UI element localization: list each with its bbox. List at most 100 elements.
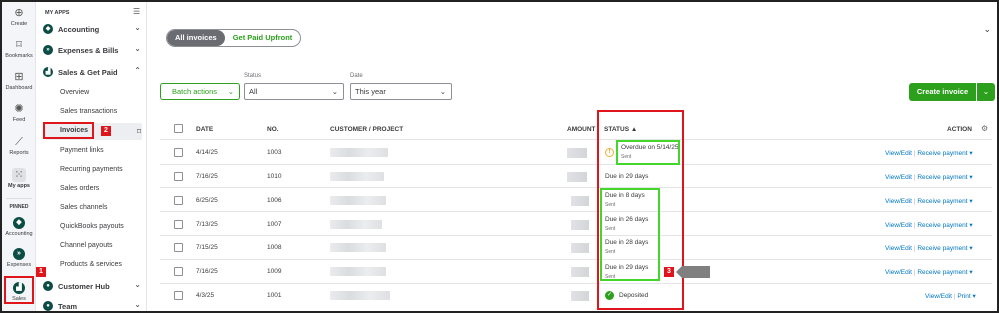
row-actions: View/Edit | Receive payment ▾ (885, 150, 973, 157)
row-checkbox[interactable] (174, 243, 183, 252)
rail-divider (6, 198, 32, 199)
chevron-down-icon[interactable]: ▾ (969, 269, 972, 276)
chevron-down-icon[interactable]: ▾ (969, 198, 972, 205)
expenses-icon: » (13, 248, 25, 260)
rail-pinned-accounting-label: Accounting (5, 231, 33, 237)
create-invoice-dropdown[interactable]: ⌄ (977, 83, 995, 101)
bookmark-icon[interactable]: ⌑ (137, 127, 141, 136)
chevron-up-icon: ⌃ (134, 66, 141, 75)
receive-payment-link[interactable]: Receive payment (917, 222, 967, 229)
redacted-amount (567, 172, 587, 182)
rail-pinned-expenses[interactable]: » Expenses (2, 248, 36, 268)
gear-icon[interactable]: ⚙ (981, 124, 988, 133)
row-checkbox[interactable] (174, 148, 183, 157)
rail-reports[interactable]: ⟋ Reports (2, 135, 36, 156)
receive-payment-link[interactable]: Receive payment (917, 269, 967, 276)
chevron-down-icon[interactable]: ▾ (969, 150, 972, 157)
row-checkbox[interactable] (174, 220, 183, 229)
row-number: 1003 (267, 149, 282, 156)
rail-bookmarks[interactable]: ⌑ Bookmarks (2, 38, 36, 59)
chevron-down-icon: ⌄ (134, 280, 141, 289)
chevron-down-icon[interactable]: ▾ (969, 174, 972, 181)
rail-dashboard[interactable]: ⊞ Dashboard (2, 70, 36, 91)
date-filter-value: This year (355, 87, 386, 96)
col-amount-header[interactable]: AMOUNT (567, 126, 596, 133)
row-date: 4/14/25 (196, 149, 218, 156)
col-no-header[interactable]: NO. (267, 126, 279, 133)
team-icon: ● (43, 301, 53, 311)
receive-payment-link[interactable]: Receive payment (917, 245, 967, 252)
redacted-customer (330, 291, 390, 300)
menu-item-overview[interactable]: Overview (60, 89, 89, 96)
menu-item-products-services[interactable]: Products & services (60, 261, 122, 268)
row-divider (160, 187, 992, 188)
row-checkbox[interactable] (174, 196, 183, 205)
menu-cat-sales[interactable]: ▟ Sales & Get Paid ⌃ (43, 65, 143, 79)
menu-item-quickbooks-payouts[interactable]: QuickBooks payouts (60, 223, 124, 230)
status-filter-value: All (249, 87, 258, 96)
redacted-amount (571, 196, 589, 206)
create-invoice-button[interactable]: Create invoice (909, 83, 976, 101)
global-nav-rail: ⊕ Create ⌑ Bookmarks ⊞ Dashboard ✺ Feed … (2, 2, 36, 311)
view-edit-link[interactable]: View/Edit (885, 245, 912, 252)
chevron-down-icon[interactable]: ▾ (969, 222, 972, 229)
receive-payment-link[interactable]: Receive payment (917, 198, 967, 205)
invoices-page: All invoices Get Paid Upfront ⌄ Batch ac… (147, 2, 997, 311)
row-actions: View/Edit | Receive payment ▾ (885, 222, 973, 229)
menu-item-recurring-payments[interactable]: Recurring payments (60, 166, 123, 173)
apps-menu: MY APPS ☰ ◆ Accounting ⌄ » Expenses & Bi… (37, 2, 147, 311)
menu-cat-accounting[interactable]: ◆ Accounting ⌄ (43, 22, 143, 36)
header-divider (160, 139, 992, 140)
view-edit-link[interactable]: View/Edit (885, 150, 912, 157)
select-all-checkbox[interactable] (174, 124, 183, 133)
collapse-menu-icon[interactable]: ☰ (133, 7, 140, 16)
menu-item-payment-links[interactable]: Payment links (60, 147, 104, 154)
chevron-down-icon[interactable]: ▾ (969, 245, 972, 252)
view-edit-link[interactable]: View/Edit (885, 198, 912, 205)
menu-item-channel-payouts[interactable]: Channel payouts (60, 242, 113, 249)
batch-actions-button[interactable]: Batch actions ⌄ (160, 83, 240, 100)
date-filter-label: Date (350, 73, 363, 79)
receive-payment-link[interactable]: Receive payment (917, 174, 967, 181)
menu-cat-team[interactable]: ● Team ⌄ (43, 299, 143, 311)
rail-create[interactable]: ⊕ Create (2, 6, 36, 27)
row-checkbox[interactable] (174, 172, 183, 181)
col-customer-header[interactable]: CUSTOMER / PROJECT (330, 126, 403, 133)
date-filter-select[interactable]: This year ⌄ (350, 83, 452, 100)
row-number: 1010 (267, 173, 282, 180)
row-actions: View/Edit | Print ▾ (925, 293, 976, 300)
view-edit-link[interactable]: View/Edit (885, 222, 912, 229)
rail-feed-label: Feed (12, 117, 26, 123)
rail-my-apps[interactable]: ⁙ My apps (2, 168, 36, 189)
chevron-down-icon[interactable]: ▾ (973, 293, 976, 300)
redacted-amount (567, 148, 587, 158)
menu-cat-expenses[interactable]: » Expenses & Bills ⌄ (43, 43, 143, 57)
rail-pinned-heading: PINNED (9, 204, 29, 210)
print-link[interactable]: Print (957, 293, 970, 300)
chevron-down-icon: ⌄ (331, 87, 338, 96)
menu-cat-customer-hub[interactable]: ● Customer Hub ⌄ (43, 279, 143, 293)
tab-get-paid-upfront[interactable]: Get Paid Upfront (225, 30, 301, 46)
rail-pinned-accounting[interactable]: ◆ Accounting (2, 217, 36, 237)
menu-item-sales-channels[interactable]: Sales channels (60, 204, 107, 211)
row-checkbox[interactable] (174, 267, 183, 276)
view-edit-link[interactable]: View/Edit (885, 174, 912, 181)
status-filter-select[interactable]: All ⌄ (244, 83, 344, 100)
menu-item-sales-transactions[interactable]: Sales transactions (60, 108, 117, 115)
annotation-badge-1: 1 (36, 267, 46, 277)
chevron-down-icon: ⌄ (134, 44, 141, 53)
batch-actions-label: Batch actions (172, 87, 218, 96)
rail-feed[interactable]: ✺ Feed (2, 102, 36, 123)
menu-item-sales-orders[interactable]: Sales orders (60, 185, 99, 192)
row-divider (160, 164, 992, 165)
view-edit-link[interactable]: View/Edit (885, 269, 912, 276)
status-filter-label: Status (244, 73, 262, 79)
chevron-down-icon[interactable]: ⌄ (983, 24, 991, 35)
row-checkbox[interactable] (174, 291, 183, 300)
row-number: 1008 (267, 244, 282, 251)
tab-all-invoices[interactable]: All invoices (167, 30, 225, 46)
col-date-header[interactable]: DATE (196, 126, 213, 133)
row-number: 1009 (267, 268, 282, 275)
view-edit-link[interactable]: View/Edit (925, 293, 952, 300)
receive-payment-link[interactable]: Receive payment (917, 150, 967, 157)
